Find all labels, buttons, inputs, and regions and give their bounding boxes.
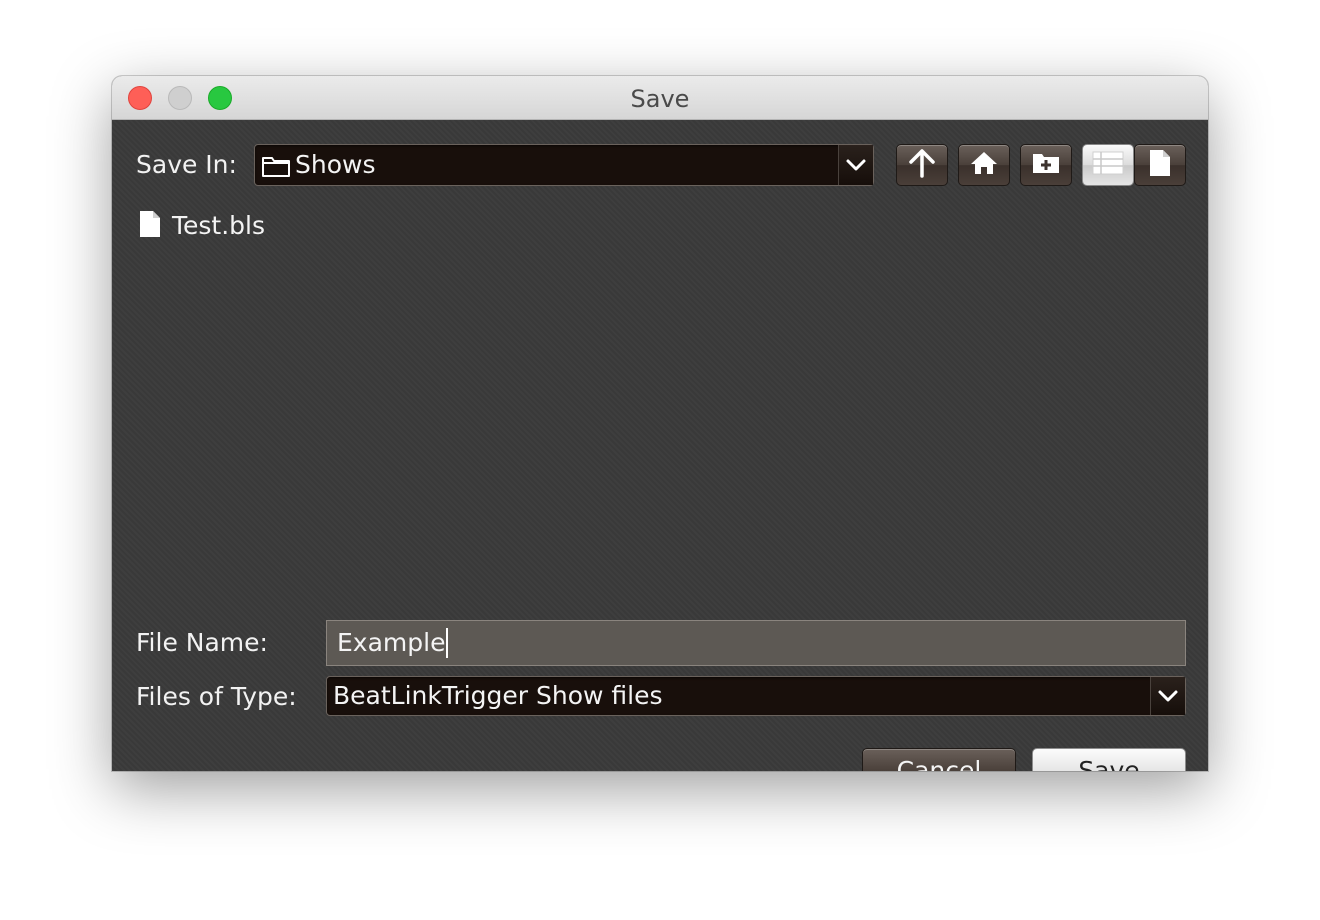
- dialog-content: Save In: Shows Test.bls File Name: Examp…: [112, 120, 1208, 771]
- save-in-value: Shows: [295, 150, 376, 179]
- new-folder-icon: [1031, 151, 1061, 179]
- cancel-button[interactable]: Cancel: [862, 748, 1016, 771]
- file-type-label: Files of Type:: [136, 682, 297, 711]
- save-in-label: Save In:: [136, 150, 237, 179]
- save-dialog: Save Save In: Shows Test.bls File Name: …: [112, 76, 1208, 771]
- list-item[interactable]: Test.bls: [138, 210, 265, 242]
- file-name: Test.bls: [172, 211, 266, 240]
- save-in-combo[interactable]: Shows: [254, 144, 874, 186]
- chevron-down-icon[interactable]: [1150, 677, 1185, 715]
- file-name-label: File Name:: [136, 628, 268, 657]
- file-type-combo[interactable]: BeatLinkTrigger Show files: [326, 676, 1186, 716]
- save-button[interactable]: Save: [1032, 748, 1186, 771]
- arrow-up-icon: [908, 148, 936, 182]
- chevron-down-icon[interactable]: [838, 145, 873, 185]
- document-icon: [1148, 148, 1172, 182]
- window-title: Save: [630, 85, 690, 113]
- file-type-value: BeatLinkTrigger Show files: [333, 681, 663, 710]
- new-folder-button[interactable]: [1020, 144, 1072, 186]
- list-view-button[interactable]: [1082, 144, 1134, 186]
- file-name-value: Example: [337, 628, 449, 658]
- file-name-field[interactable]: Example: [326, 620, 1186, 666]
- file-icon: [138, 209, 162, 243]
- folder-icon: [261, 154, 291, 182]
- title-bar[interactable]: Save: [112, 76, 1208, 120]
- text-caret: [446, 628, 449, 658]
- home-icon: [969, 150, 999, 180]
- list-icon: [1092, 151, 1124, 179]
- home-button[interactable]: [958, 144, 1010, 186]
- up-one-level-button[interactable]: [896, 144, 948, 186]
- details-view-button[interactable]: [1134, 144, 1186, 186]
